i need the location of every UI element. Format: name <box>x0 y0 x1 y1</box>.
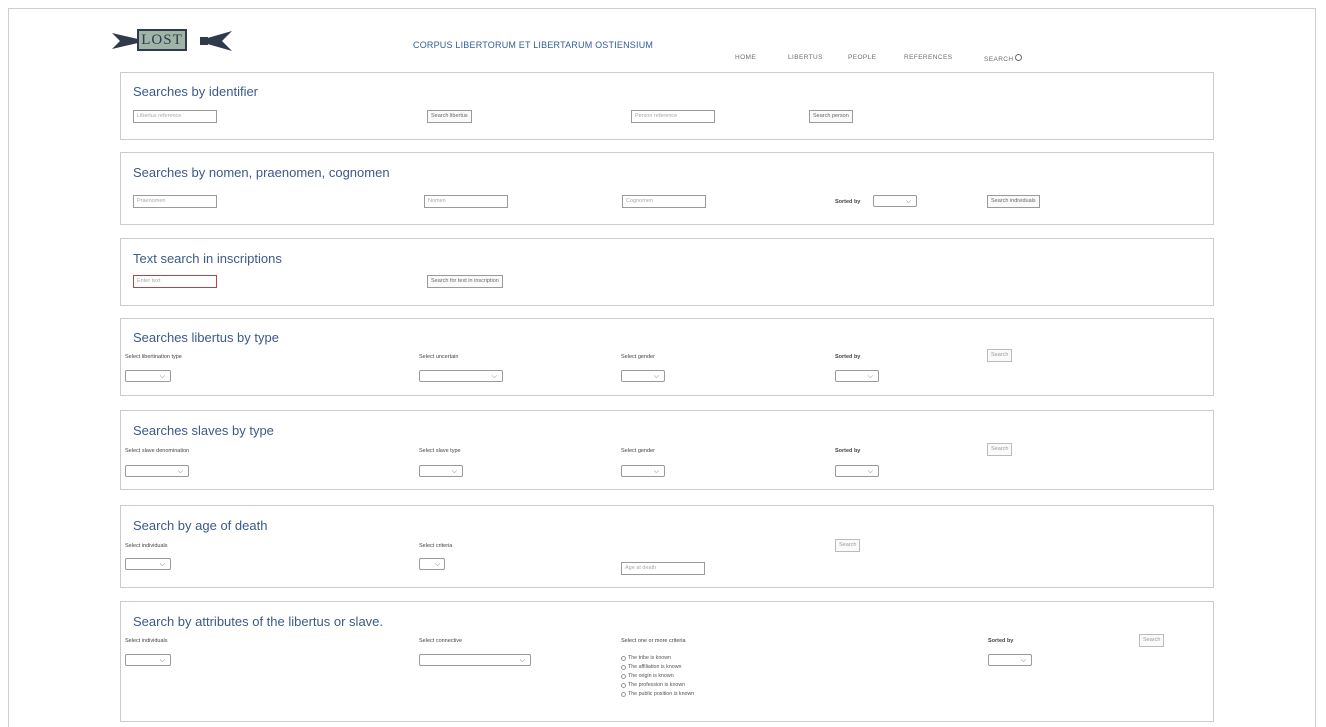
criteria-option[interactable]: The affiliation is known <box>621 663 694 672</box>
criteria-label: Select one or more criteria <box>621 638 686 644</box>
sorted-by-label: Sorted by <box>835 199 861 205</box>
radio-button[interactable] <box>621 683 626 688</box>
panel-identifier: Searches by identifier Libertus referenc… <box>120 72 1214 140</box>
search-button[interactable]: Search <box>987 349 1013 362</box>
chevron-down-icon: ⌵ <box>519 657 525 664</box>
criteria-option[interactable]: The public position is known <box>621 690 694 699</box>
text-search-input[interactable]: Enter text <box>133 275 217 288</box>
panel-names: Searches by nomen, praenomen, cognomen P… <box>120 152 1214 225</box>
panel-title: Search by attributes of the libertus or … <box>133 614 384 629</box>
criteria-label: Select criteria <box>419 543 453 549</box>
panel-title: Searches libertus by type <box>133 330 279 345</box>
gender-select[interactable]: ⌵ <box>621 370 665 382</box>
sorted-by-select[interactable]: ⌵ <box>835 465 879 477</box>
criteria-option[interactable]: The profession is known <box>621 681 694 690</box>
age-at-death-input[interactable]: Age at death <box>621 562 705 575</box>
search-icon <box>1014 54 1022 61</box>
slave-type-select[interactable]: ⌵ <box>419 465 463 477</box>
chevron-down-icon: ⌵ <box>1020 657 1026 664</box>
chevron-down-icon: ⌵ <box>159 373 165 380</box>
search-person-button[interactable]: Search person <box>809 110 853 123</box>
uncertain-label: Select uncertain <box>419 354 459 360</box>
libertus-reference-input[interactable]: Libertus reference <box>133 110 217 123</box>
chevron-down-icon: ⌵ <box>905 198 911 205</box>
gender-label: Select gender <box>621 354 655 360</box>
panel-title: Searches by nomen, praenomen, cognomen <box>133 165 390 180</box>
search-libertus-button[interactable]: Search libertus <box>427 110 472 123</box>
sorted-by-select[interactable]: ⌵ <box>988 654 1032 666</box>
chevron-down-icon: ⌵ <box>159 657 165 664</box>
nomen-input[interactable]: Nomen <box>424 195 508 208</box>
search-text-button[interactable]: Search for text in inscription <box>427 275 503 288</box>
libertination-type-label: Select libertination type <box>125 354 182 360</box>
search-button[interactable]: Search <box>987 443 1013 456</box>
libertination-type-select[interactable]: ⌵ <box>125 370 171 382</box>
nav-home[interactable]: HOME <box>735 54 756 61</box>
nav-people[interactable]: PEOPLE <box>848 54 876 61</box>
panel-age-death: Search by age of death Select individual… <box>120 505 1214 588</box>
chevron-down-icon: ⌵ <box>434 561 440 568</box>
chevron-down-icon: ⌵ <box>491 373 497 380</box>
chevron-down-icon: ⌵ <box>867 373 873 380</box>
slave-denomination-select[interactable]: ⌵ <box>125 465 189 477</box>
panel-title: Search by age of death <box>133 518 268 533</box>
individuals-label: Select individuals <box>125 638 168 644</box>
individuals-select[interactable]: ⌵ <box>125 654 171 666</box>
sorted-by-label: Sorted by <box>835 354 861 360</box>
chevron-down-icon: ⌵ <box>653 468 659 475</box>
criteria-list: The tribe is known The affiliation is kn… <box>621 654 694 699</box>
radio-button[interactable] <box>621 665 626 670</box>
radio-button[interactable] <box>621 674 626 679</box>
nav-references[interactable]: REFERENCES <box>904 54 952 61</box>
panel-libertus-type: Searches libertus by type Select liberti… <box>120 318 1214 396</box>
radio-button[interactable] <box>621 692 626 697</box>
criteria-select[interactable]: ⌵ <box>419 558 445 570</box>
logo-text: LOST <box>137 29 187 51</box>
criteria-option[interactable]: The origin is known <box>621 672 694 681</box>
slave-type-label: Select slave type <box>419 448 461 454</box>
connective-label: Select connective <box>419 638 463 644</box>
chevron-down-icon: ⌵ <box>177 468 183 475</box>
gender-label: Select gender <box>621 448 655 454</box>
sorted-by-select[interactable]: ⌵ <box>835 370 879 382</box>
chevron-down-icon: ⌵ <box>653 373 659 380</box>
person-reference-input[interactable]: Person reference <box>631 110 715 123</box>
criteria-option[interactable]: The tribe is known <box>621 654 694 663</box>
cognomen-input[interactable]: Cognomen <box>622 195 706 208</box>
chevron-down-icon: ⌵ <box>159 561 165 568</box>
radio-button[interactable] <box>621 656 626 661</box>
panel-attributes: Search by attributes of the libertus or … <box>120 601 1214 722</box>
individuals-select[interactable]: ⌵ <box>125 558 171 570</box>
chevron-down-icon: ⌵ <box>451 468 457 475</box>
panel-text-search: Text search in inscriptions Enter text S… <box>120 238 1214 306</box>
search-button[interactable]: Search <box>1139 634 1165 647</box>
panel-title: Searches by identifier <box>133 84 259 99</box>
chevron-down-icon: ⌵ <box>867 468 873 475</box>
panel-title: Searches slaves by type <box>133 423 274 438</box>
site-logo[interactable]: LOST <box>112 25 232 57</box>
gender-select[interactable]: ⌵ <box>621 465 665 477</box>
slave-denomination-label: Select slave denomination <box>125 448 190 454</box>
sorted-by-label: Sorted by <box>988 638 1014 644</box>
site-title[interactable]: CORPUS LIBERTORUM ET LIBERTARUM OSTIENSI… <box>413 40 653 50</box>
praenomen-input[interactable]: Praenomen <box>133 195 217 208</box>
uncertain-select[interactable]: ⌵ <box>419 370 503 382</box>
search-button[interactable]: Search <box>835 539 861 552</box>
search-individuals-button[interactable]: Search individuals <box>987 195 1040 208</box>
nav-search-label: SEARCH <box>984 56 1014 63</box>
individuals-label: Select individuals <box>125 543 168 549</box>
sorted-by-label: Sorted by <box>835 448 861 454</box>
panel-title: Text search in inscriptions <box>133 251 282 266</box>
nav-libertus[interactable]: LIBERTUS <box>788 54 823 61</box>
nav-search[interactable]: SEARCH <box>984 54 1022 63</box>
sorted-by-select[interactable]: ⌵ <box>873 195 917 207</box>
panel-slaves-type: Searches slaves by type Select slave den… <box>120 410 1214 490</box>
connective-select[interactable]: ⌵ <box>419 654 531 666</box>
